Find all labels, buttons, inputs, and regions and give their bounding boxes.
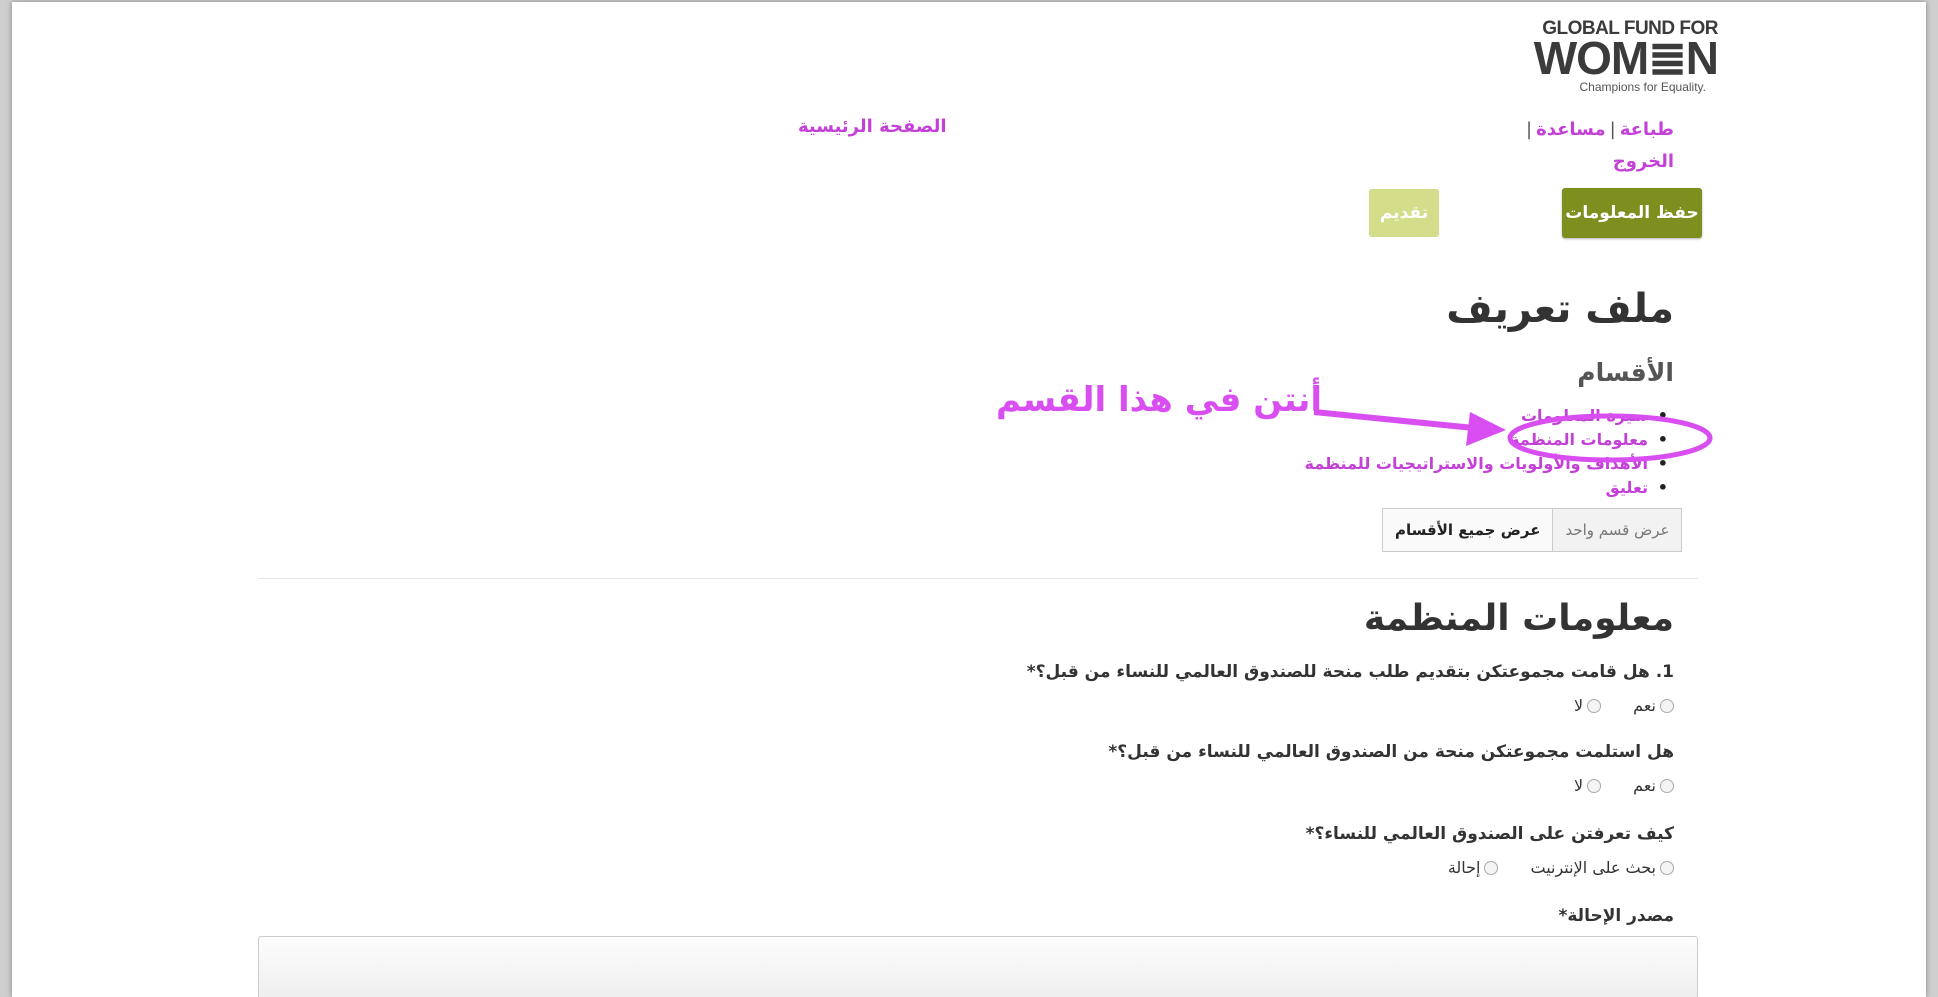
radio-internet[interactable] [1660,860,1674,875]
question-3-label: كيف تعرفتن على الصندوق العالمي للنساء؟* [1305,824,1674,844]
option-label: إحالة [1447,858,1481,877]
radio-no[interactable] [1587,698,1602,713]
option-label: نعم [1633,696,1656,715]
view-toggle: عرض قسم واحد عرض جميع الأقسام [1382,508,1683,552]
view-one-section-button[interactable]: عرض قسم واحد [1553,509,1682,551]
radio-yes[interactable] [1660,778,1674,793]
question-2-label: هل استلمت مجموعتكن منحة من الصندوق العال… [1108,742,1674,762]
question-1-options: نعم لا [1574,696,1674,715]
question-1-label: 1. هل قامت مجموعتكن بتقديم طلب منحة للصن… [1026,662,1674,682]
divider [258,578,1698,579]
radio-referral[interactable] [1484,860,1499,875]
question-3-option-referral[interactable]: إحالة [1448,858,1499,877]
question-2-option-yes[interactable]: نعم [1633,776,1674,795]
question-2-options: نعم لا [1574,776,1674,795]
option-label: لا [1574,776,1584,795]
referral-source-label: مصدر الإحالة* [1558,906,1674,926]
annotation-arrow [1313,409,1506,446]
question-1-option-yes[interactable]: نعم [1633,696,1674,715]
question-2-option-no[interactable]: لا [1574,776,1602,795]
radio-yes[interactable] [1660,698,1674,713]
question-1-option-no[interactable]: لا [1574,696,1602,715]
section-heading: معلومات المنظمة [1363,598,1674,639]
option-label: نعم [1633,776,1656,795]
radio-no[interactable] [1587,778,1602,793]
annotation-text: أنتن في هذا القسم [996,380,1323,420]
view-all-sections-button[interactable]: عرض جميع الأقسام [1383,509,1554,551]
question-3-options: بحث على الإنترنيت إحالة [1448,858,1674,877]
referral-source-field[interactable] [258,936,1698,997]
annotation-circle [1507,413,1713,463]
option-label: بحث على الإنترنيت [1530,858,1656,877]
option-label: لا [1574,696,1584,715]
page-sheet: GLOBAL FUND FOR WOM≣N Champions for Equa… [12,2,1926,997]
annotation-overlay [1313,409,1713,463]
question-3-option-internet[interactable]: بحث على الإنترنيت [1530,858,1674,877]
